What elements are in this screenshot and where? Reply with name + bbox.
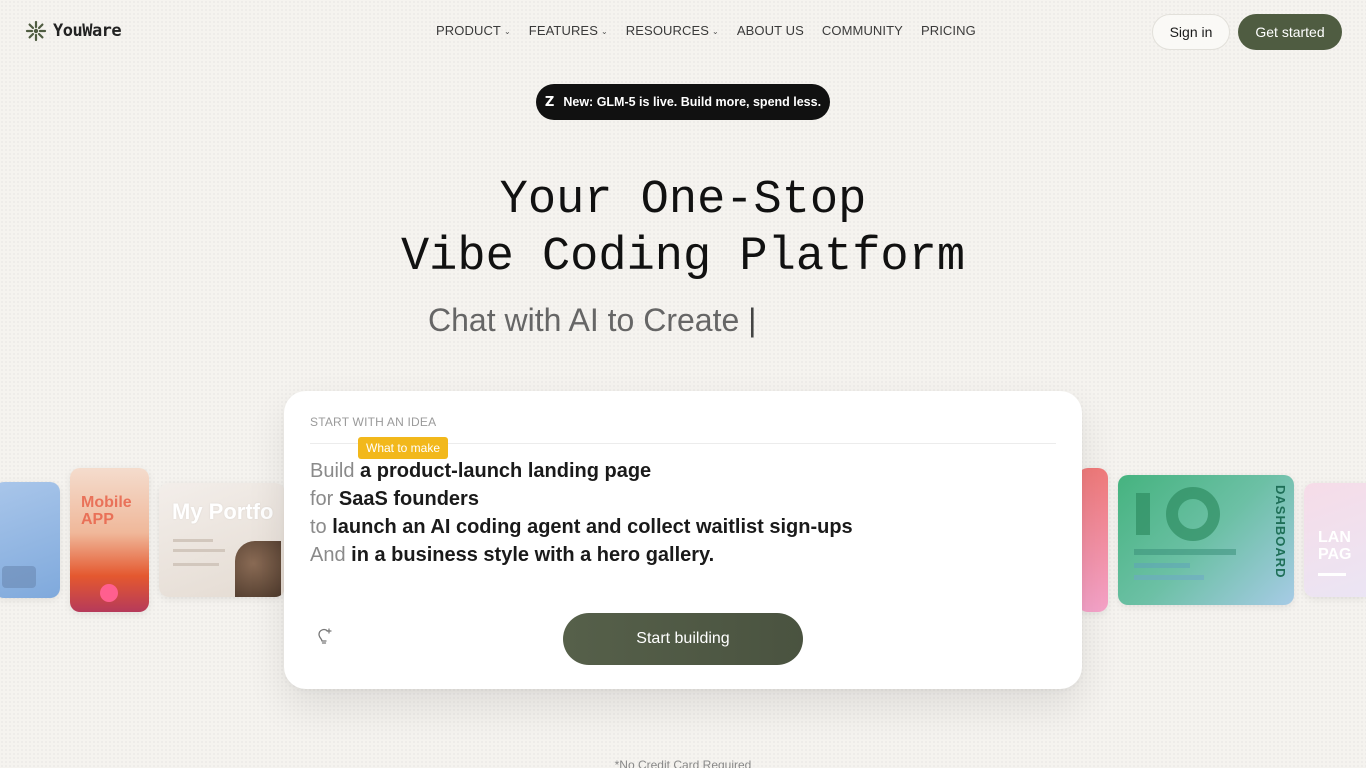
prompt-value[interactable]: in a business style with a hero gallery.: [351, 544, 714, 566]
nav-label: FEATURES: [528, 23, 598, 38]
prompt-line-build[interactable]: Build a product-launch landing page: [310, 457, 853, 485]
headline-line-2: Vibe Coding Platform: [400, 231, 966, 284]
nav-label: PRODUCT: [436, 23, 501, 38]
card-decoration: [173, 549, 225, 552]
prompt-value[interactable]: launch an AI coding agent and collect wa…: [332, 516, 852, 538]
announcement-pill[interactable]: Z New: GLM-5 is live. Build more, spend …: [536, 84, 830, 120]
prompt-keyword: for: [310, 488, 334, 510]
showcase-card-mobile-app[interactable]: Mobile APP: [70, 468, 149, 612]
headline-line-1: Your One-Stop: [499, 174, 867, 227]
nav-item-pricing[interactable]: PRICING: [921, 23, 976, 38]
brand-logo[interactable]: YouWare: [24, 19, 122, 43]
card-decoration: [235, 541, 281, 597]
nav-item-resources[interactable]: RESOURCES ⌄: [626, 23, 719, 38]
main-nav: PRODUCT ⌄ FEATURES ⌄ RESOURCES ⌄ ABOUT U…: [436, 23, 976, 38]
card-title: My Portfo: [172, 499, 274, 524]
card-decoration: [1134, 549, 1236, 555]
card-title: LAN PAG: [1318, 529, 1352, 563]
nav-label: ABOUT US: [736, 23, 804, 38]
nav-label: PRICING: [920, 23, 976, 38]
card-decoration: [173, 563, 219, 566]
chevron-down-icon: ⌄: [600, 27, 608, 36]
what-to-make-tag: What to make: [358, 437, 449, 459]
nav-label: COMMUNITY: [821, 23, 903, 38]
card-decoration: [1134, 575, 1204, 580]
card-decoration: [173, 539, 213, 542]
brand-name: YouWare: [53, 21, 122, 41]
card-decoration: [1318, 573, 1346, 576]
card-decoration: [1136, 493, 1150, 535]
card-title: Mobile APP: [81, 494, 132, 528]
nav-item-product[interactable]: PRODUCT ⌄: [436, 23, 511, 38]
nav-item-community[interactable]: COMMUNITY: [822, 23, 903, 38]
top-navigation-bar: YouWare PRODUCT ⌄ FEATURES ⌄ RESOURCES ⌄…: [0, 0, 1366, 62]
prompt-line-for[interactable]: for SaaS founders: [310, 485, 853, 513]
prompt-keyword: to: [310, 516, 327, 538]
chevron-down-icon: ⌄: [503, 27, 511, 36]
prompt-line-to[interactable]: to launch an AI coding agent and collect…: [310, 513, 853, 541]
chevron-down-icon: ⌄: [712, 27, 719, 36]
showcase-card-landing-page[interactable]: LAN PAG: [1304, 483, 1366, 597]
hero-headline: Your One-Stop Vibe Coding Platform: [0, 172, 1366, 286]
zhipu-logo-icon: Z: [544, 94, 555, 110]
subheadline-text: Chat with AI to Create: [428, 302, 740, 338]
sign-in-button[interactable]: Sign in: [1152, 14, 1230, 50]
chart-donut-icon: [1166, 487, 1220, 541]
prompt-keyword: And: [310, 544, 346, 566]
prompt-editor[interactable]: Build a product-launch landing page for …: [310, 457, 853, 569]
hero-subheadline: Chat with AI to Create |: [428, 302, 756, 339]
nav-item-features[interactable]: FEATURES ⌄: [529, 23, 608, 38]
prompt-value[interactable]: a product-launch landing page: [360, 460, 651, 482]
prompt-line-and[interactable]: And in a business style with a hero gall…: [310, 541, 853, 569]
showcase-card-right-1[interactable]: [1078, 468, 1108, 612]
announcement-text: New: GLM-5 is live. Build more, spend le…: [563, 95, 822, 109]
no-credit-card-note: *No Credit Card Required: [614, 758, 752, 768]
prompt-keyword: Build: [310, 460, 355, 482]
nav-label: RESOURCES: [625, 23, 710, 38]
showcase-card-left-1[interactable]: [0, 482, 60, 598]
prompt-value[interactable]: SaaS founders: [339, 488, 479, 510]
get-started-button[interactable]: Get started: [1238, 14, 1342, 50]
card-title: DASHBOARD: [1273, 485, 1288, 579]
nav-item-about-us[interactable]: ABOUT US: [737, 23, 804, 38]
card-decoration: [100, 584, 118, 602]
section-label: START WITH AN IDEA: [310, 415, 437, 429]
card-decoration: [2, 566, 36, 588]
showcase-card-dashboard[interactable]: DASHBOARD: [1118, 475, 1294, 605]
youware-logo-icon: [25, 20, 47, 42]
start-building-button[interactable]: Start building: [563, 613, 803, 665]
card-decoration: [1134, 563, 1190, 568]
typing-cursor: |: [748, 302, 757, 338]
idea-composer-card: START WITH AN IDEA What to make Build a …: [284, 391, 1082, 689]
lightbulb-sparkle-icon[interactable]: [316, 627, 332, 645]
showcase-card-portfolio[interactable]: My Portfo: [159, 483, 285, 597]
